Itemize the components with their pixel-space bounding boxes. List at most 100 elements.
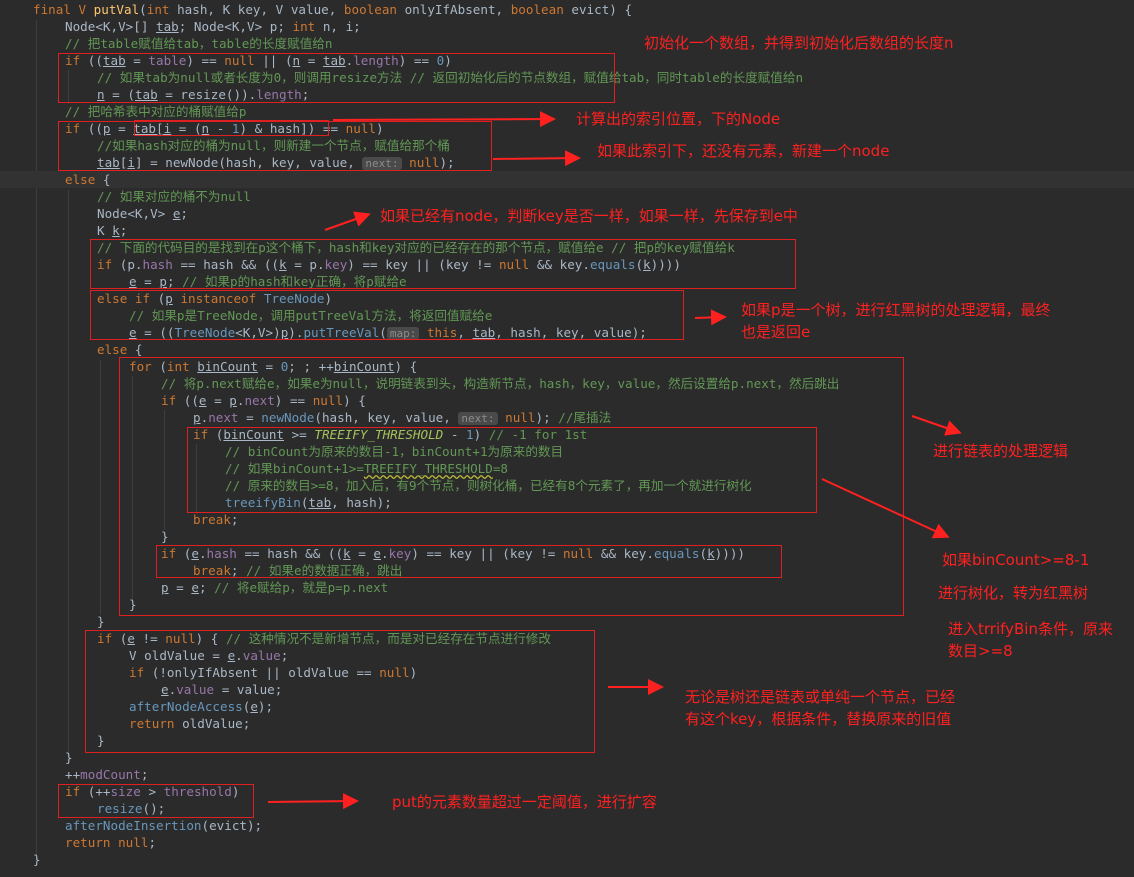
- code-line-15[interactable]: // 下面的代码目的是找到在p这个桶下，hash和key对应的已经存在的那个节点…: [0, 239, 735, 256]
- code-token: k: [643, 257, 651, 272]
- code-token: = value;: [214, 682, 283, 697]
- code-token: instanceof: [180, 291, 257, 306]
- code-line-47[interactable]: if (++size > threshold): [0, 783, 239, 800]
- code-line-9[interactable]: //如果hash对应的桶为null，则新建一个节点，赋值给那个桶: [0, 137, 450, 154]
- code-line-39[interactable]: V oldValue = e.value;: [0, 647, 288, 664]
- code-token: threshold: [163, 784, 232, 799]
- code-token: null: [312, 393, 344, 408]
- code-line-31[interactable]: break;: [0, 511, 239, 528]
- code-line-34[interactable]: break; // 如果e的数据正确，跳出: [0, 562, 402, 579]
- code-token: resize: [97, 801, 143, 816]
- code-line-14[interactable]: K k;: [0, 222, 127, 239]
- code-line-25[interactable]: p.next = newNode(hash, key, value, next:…: [0, 409, 611, 426]
- code-line-45[interactable]: }: [0, 749, 73, 766]
- code-line-13[interactable]: Node<K,V> e;: [0, 205, 188, 222]
- code-token: boolean: [343, 2, 397, 17]
- code-token: length: [256, 87, 302, 102]
- code-line-10[interactable]: tab[i] = newNode(hash, key, value, next:…: [0, 154, 455, 171]
- code-token: {: [95, 172, 111, 187]
- code-line-46[interactable]: ++modCount;: [0, 766, 148, 783]
- code-line-51[interactable]: }: [0, 851, 41, 868]
- code-token: tab: [156, 19, 179, 34]
- code-line-5[interactable]: // 如果tab为null或者长度为0，则调用resize方法 // 返回初始化…: [0, 69, 803, 86]
- code-line-8[interactable]: if ((p = tab[i = (n - 1) & hash]) == nul…: [0, 120, 384, 137]
- code-line-18[interactable]: else if (p instanceof TreeNode): [0, 290, 332, 307]
- code-token: =: [110, 121, 134, 136]
- code-line-35[interactable]: p = e; // 将e赋给p，就是p=p.next: [0, 579, 388, 596]
- code-line-37[interactable]: }: [0, 613, 105, 630]
- code-token: afterNodeInsertion: [65, 818, 202, 833]
- code-line-27[interactable]: // binCount为原来的数目-1，binCount+1为原来的数目: [0, 443, 563, 460]
- code-token: ): [473, 427, 489, 442]
- code-token: hash: [206, 546, 237, 561]
- code-token: }: [65, 750, 73, 765]
- annotation-line: 有这个key，根据条件，替换原来的旧值: [685, 710, 952, 728]
- code-line-29[interactable]: // 原来的数目>=8，加入后，有9个节点，则树化桶，已经有8个元素了，再加一个…: [0, 477, 752, 494]
- code-line-33[interactable]: if (e.hash == hash && ((k = e.key) == ke…: [0, 545, 745, 562]
- code-line-26[interactable]: if (binCount >= TREEIFY_THRESHOLD - 1) /…: [0, 426, 587, 443]
- code-line-50[interactable]: return null;: [0, 834, 156, 851]
- code-token: modCount: [80, 767, 141, 782]
- code-token: TreeNode: [263, 291, 325, 306]
- code-line-40[interactable]: if (!onlyIfAbsent || oldValue == null): [0, 664, 417, 681]
- code-comment: // 把哈希表中对应的桶赋值给p: [65, 104, 247, 119]
- code-token: int: [292, 19, 316, 34]
- code-token: || (: [254, 53, 293, 68]
- code-token: next: [244, 393, 275, 408]
- code-line-36[interactable]: }: [0, 596, 137, 613]
- code-token: }: [33, 852, 41, 867]
- annotation-text: 如果此索引下，还没有元素，新建一个node: [597, 142, 890, 160]
- code-token: n, i;: [315, 19, 361, 34]
- code-line-12[interactable]: // 如果对应的桶不为null: [0, 188, 251, 205]
- code-line-19[interactable]: // 如果p是TreeNode，调用putTreeVal方法，将返回值赋给e: [0, 307, 492, 324]
- code-line-48[interactable]: resize();: [0, 800, 165, 817]
- code-line-4[interactable]: if ((tab = table) == null || (n = tab.le…: [0, 52, 452, 69]
- code-line-16[interactable]: if (p.hash == hash && ((k = p.key) == ke…: [0, 256, 681, 273]
- code-token: ) ==: [398, 53, 437, 68]
- code-line-17[interactable]: e = p; // 如果p的hash和key正确，将p赋给e: [0, 273, 407, 290]
- code-line-20[interactable]: e = ((TreeNode<K,V>)p).putTreeVal(map: t…: [0, 324, 647, 341]
- code-line-38[interactable]: if (e != null) { // 这种情况不是新增节点，而是对已经存在节点…: [0, 630, 551, 647]
- code-token: .: [198, 546, 207, 561]
- code-editor[interactable]: final V putVal(int hash, K key, V value,…: [0, 0, 1134, 877]
- code-token: null: [562, 546, 594, 561]
- code-line-43[interactable]: return oldValue;: [0, 715, 250, 732]
- annotation-text: 计算出的索引位置，下的Node: [576, 110, 781, 128]
- code-line-30[interactable]: treeifyBin(tab, hash);: [0, 494, 392, 511]
- code-token: (: [208, 427, 224, 442]
- code-token: ; ; ++: [288, 359, 334, 374]
- code-token: ;: [198, 580, 215, 595]
- code-comment: // 如果binCount+1>=: [225, 461, 364, 476]
- code-line-28[interactable]: // 如果binCount+1>=TREEIFY_THRESHOLD=8: [0, 460, 508, 477]
- code-token: onlyIfAbsent,: [396, 2, 511, 17]
- code-token: );: [439, 155, 455, 170]
- code-line-6[interactable]: n = (tab = resize()).length;: [0, 86, 309, 103]
- code-comment: // 将e赋给p，就是p=p.next: [214, 580, 389, 595]
- code-line-24[interactable]: if ((e = p.next) == null) {: [0, 392, 366, 409]
- code-line-3[interactable]: // 把table赋值给tab，table的长度赋值给n: [0, 35, 332, 52]
- code-token: p: [159, 274, 167, 289]
- code-token: binCount: [197, 359, 258, 374]
- code-token: p: [193, 410, 201, 425]
- code-line-44[interactable]: }: [0, 732, 105, 749]
- code-line-32[interactable]: }: [0, 528, 169, 545]
- code-token: null: [498, 257, 530, 272]
- code-line-21[interactable]: else {: [0, 341, 143, 358]
- code-token: putTreeVal: [303, 325, 380, 340]
- code-line-41[interactable]: e.value = value;: [0, 681, 282, 698]
- code-line-1[interactable]: final V putVal(int hash, K key, V value,…: [0, 1, 632, 18]
- code-line-11[interactable]: else {: [0, 171, 1134, 188]
- code-line-22[interactable]: for (int binCount = 0; ; ++binCount) {: [0, 358, 417, 375]
- code-token: ) ==: [186, 53, 225, 68]
- code-token: table: [148, 53, 187, 68]
- code-token: e: [191, 546, 199, 561]
- code-line-7[interactable]: // 把哈希表中对应的桶赋值给p: [0, 103, 246, 120]
- code-line-23[interactable]: // 将p.next赋给e，如果e为null，说明链表到头，构造新节点，hash…: [0, 375, 839, 392]
- code-line-2[interactable]: Node<K,V>[] tab; Node<K,V> p; int n, i;: [0, 18, 361, 35]
- code-line-49[interactable]: afterNodeInsertion(evict);: [0, 817, 262, 834]
- code-line-42[interactable]: afterNodeAccess(e);: [0, 698, 273, 715]
- code-token: if: [65, 784, 81, 799]
- code-token: ;: [180, 206, 189, 221]
- annotation-text: 无论是树还是链表或单纯一个节点，已经 有这个key，根据条件，替换原来的旧值: [685, 686, 955, 730]
